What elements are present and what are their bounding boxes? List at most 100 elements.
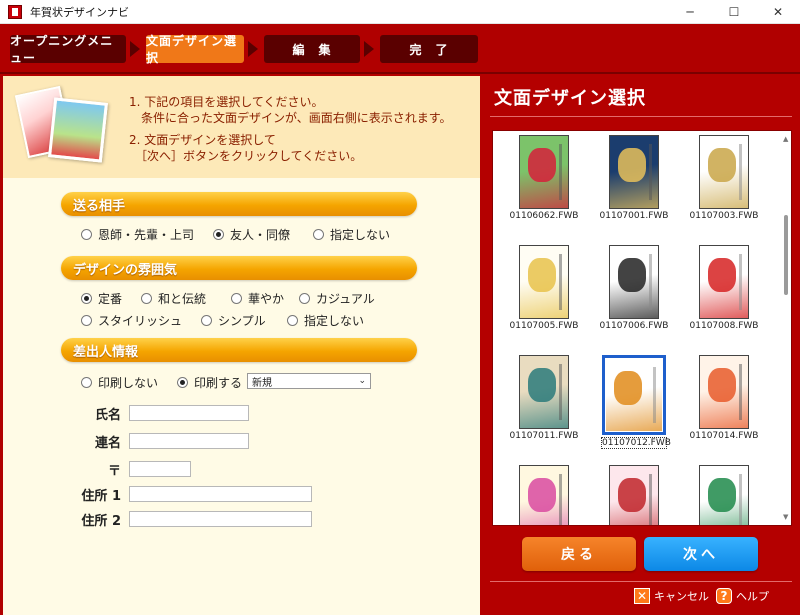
scrollbar-thumb[interactable] — [784, 215, 788, 295]
cancel-link[interactable]: ✕ キャンセル — [634, 588, 709, 604]
options-panel: 1. 下記の項目を選択してください。 条件に合った文面デザインが、画面右側に表示… — [0, 76, 480, 615]
radio-dot — [81, 293, 92, 304]
help-link[interactable]: ? ヘルプ — [716, 588, 769, 604]
radio-dot — [201, 315, 212, 326]
instruction-text: 1. 下記の項目を選択してください。 条件に合った文面デザインが、画面右側に表示… — [129, 95, 452, 163]
next-button[interactable]: 次へ — [644, 537, 758, 571]
back-button[interactable]: 戻る — [522, 537, 636, 571]
radio-gorgeous[interactable]: 華やか — [231, 290, 284, 307]
address2-field[interactable] — [129, 511, 312, 527]
sender-select[interactable]: 新規 ⌄ — [247, 373, 371, 389]
close-button[interactable]: ✕ — [756, 0, 800, 24]
radio-dot — [287, 315, 298, 326]
design-thumbnail[interactable]: 01107003.FWB — [687, 135, 761, 221]
design-thumbnail[interactable] — [507, 465, 581, 525]
instructions: 1. 下記の項目を選択してください。 条件に合った文面デザインが、画面右側に表示… — [3, 76, 480, 178]
design-preview-image — [605, 358, 663, 432]
step-design-select[interactable]: 文面デザイン選択 — [146, 34, 244, 65]
radio-dot — [81, 377, 92, 388]
radio-dot — [213, 229, 224, 240]
chevron-down-icon: ⌄ — [358, 376, 366, 386]
design-thumbnail[interactable]: 01107005.FWB — [507, 245, 581, 331]
radio-dot — [313, 229, 324, 240]
address1-field[interactable] — [129, 486, 312, 502]
window-controls: ─ ☐ ✕ — [668, 0, 800, 24]
postcard-illustration — [14, 85, 111, 168]
design-thumbnail[interactable] — [687, 465, 761, 525]
scroll-up-icon[interactable]: ▲ — [783, 135, 788, 143]
design-filename: 01107006.FWB — [599, 321, 669, 331]
design-filename: 01107012.FWB — [601, 437, 671, 449]
step-opening-menu[interactable]: オープニングメニュー — [10, 34, 126, 65]
radio-recipient-unspecified[interactable]: 指定しない — [313, 226, 390, 243]
design-filename: 01107008.FWB — [689, 321, 759, 331]
sender-header: 差出人情報 — [61, 338, 417, 362]
design-gallery: 01106062.FWB 01107001.FWB 01107003.FWB 0110… — [492, 130, 792, 526]
step-arrow-icon — [364, 41, 374, 57]
design-preview-image — [609, 465, 659, 525]
design-thumbnail[interactable] — [597, 465, 671, 525]
radio-print-no[interactable]: 印刷しない — [81, 374, 158, 391]
address2-label: 住所 2 — [81, 514, 121, 529]
design-filename: 01107003.FWB — [689, 211, 759, 221]
step-bar: オープニングメニュー 文面デザイン選択 編 集 完 了 — [0, 24, 800, 74]
design-thumbnail[interactable]: 01107006.FWB — [597, 245, 671, 331]
step-edit[interactable]: 編 集 — [264, 35, 360, 63]
design-preview-image — [519, 355, 569, 429]
design-preview-image — [699, 135, 749, 209]
design-filename: 01107005.FWB — [509, 321, 579, 331]
design-preview-image — [519, 135, 569, 209]
radio-stylish[interactable]: スタイリッシュ — [81, 312, 182, 329]
radio-print-yes[interactable]: 印刷する — [177, 374, 242, 391]
design-thumbnail[interactable]: 01107014.FWB — [687, 355, 761, 441]
step-arrow-icon — [248, 41, 258, 57]
radio-standard[interactable]: 定番 — [81, 290, 122, 307]
app-icon — [8, 4, 22, 19]
radio-dot — [141, 293, 152, 304]
cancel-icon: ✕ — [634, 588, 650, 604]
design-preview-image — [699, 465, 749, 525]
design-preview-image — [519, 245, 569, 319]
step-arrow-icon — [130, 41, 140, 57]
radio-dot — [81, 315, 92, 326]
joint-name-label: 連名 — [94, 436, 121, 451]
design-preview-image — [519, 465, 569, 525]
joint-name-field[interactable] — [129, 433, 249, 449]
design-preview-image — [609, 135, 659, 209]
radio-japanese-traditional[interactable]: 和と伝統 — [141, 290, 206, 307]
name-label: 氏名 — [94, 408, 121, 423]
postal-code-field[interactable] — [129, 461, 191, 477]
radio-dot — [81, 229, 92, 240]
design-filename: 01107014.FWB — [689, 431, 759, 441]
radio-dot — [299, 293, 310, 304]
title-bar: 年賀状デザインナビ ─ ☐ ✕ — [0, 0, 800, 24]
maximize-button[interactable]: ☐ — [712, 0, 756, 24]
design-thumbnail[interactable]: 01107011.FWB — [507, 355, 581, 441]
address1-label: 住所 1 — [81, 489, 121, 504]
radio-teacher-senior-boss[interactable]: 恩師・先輩・上司 — [81, 226, 194, 243]
name-field[interactable] — [129, 405, 249, 421]
design-preview-image — [699, 245, 749, 319]
design-thumbnail[interactable]: 01107008.FWB — [687, 245, 761, 331]
scroll-down-icon[interactable]: ▼ — [783, 513, 788, 521]
postal-code-label: 〒 — [107, 464, 121, 479]
divider — [490, 581, 792, 582]
window-title: 年賀状デザインナビ — [30, 5, 129, 19]
design-filename: 01107011.FWB — [509, 431, 579, 441]
divider — [490, 116, 792, 117]
design-thumbnail[interactable]: 01106062.FWB — [507, 135, 581, 221]
atmosphere-header: デザインの雰囲気 — [61, 256, 417, 280]
design-thumbnail[interactable]: 01107012.FWB — [597, 355, 671, 449]
design-filename: 01107001.FWB — [599, 211, 669, 221]
radio-friend-colleague[interactable]: 友人・同僚 — [213, 226, 290, 243]
gallery-scrollbar[interactable]: ▲ ▼ — [783, 135, 789, 521]
radio-dot — [231, 293, 242, 304]
design-thumbnail[interactable]: 01107001.FWB — [597, 135, 671, 221]
help-icon: ? — [716, 588, 732, 604]
radio-simple[interactable]: シンプル — [201, 312, 266, 329]
minimize-button[interactable]: ─ — [668, 0, 712, 24]
step-complete[interactable]: 完 了 — [380, 35, 478, 63]
radio-atmosphere-unspecified[interactable]: 指定しない — [287, 312, 364, 329]
radio-casual[interactable]: カジュアル — [299, 290, 375, 307]
design-panel: 文面デザイン選択 01106062.FWB 01107001.FWB 0110700… — [482, 76, 800, 615]
